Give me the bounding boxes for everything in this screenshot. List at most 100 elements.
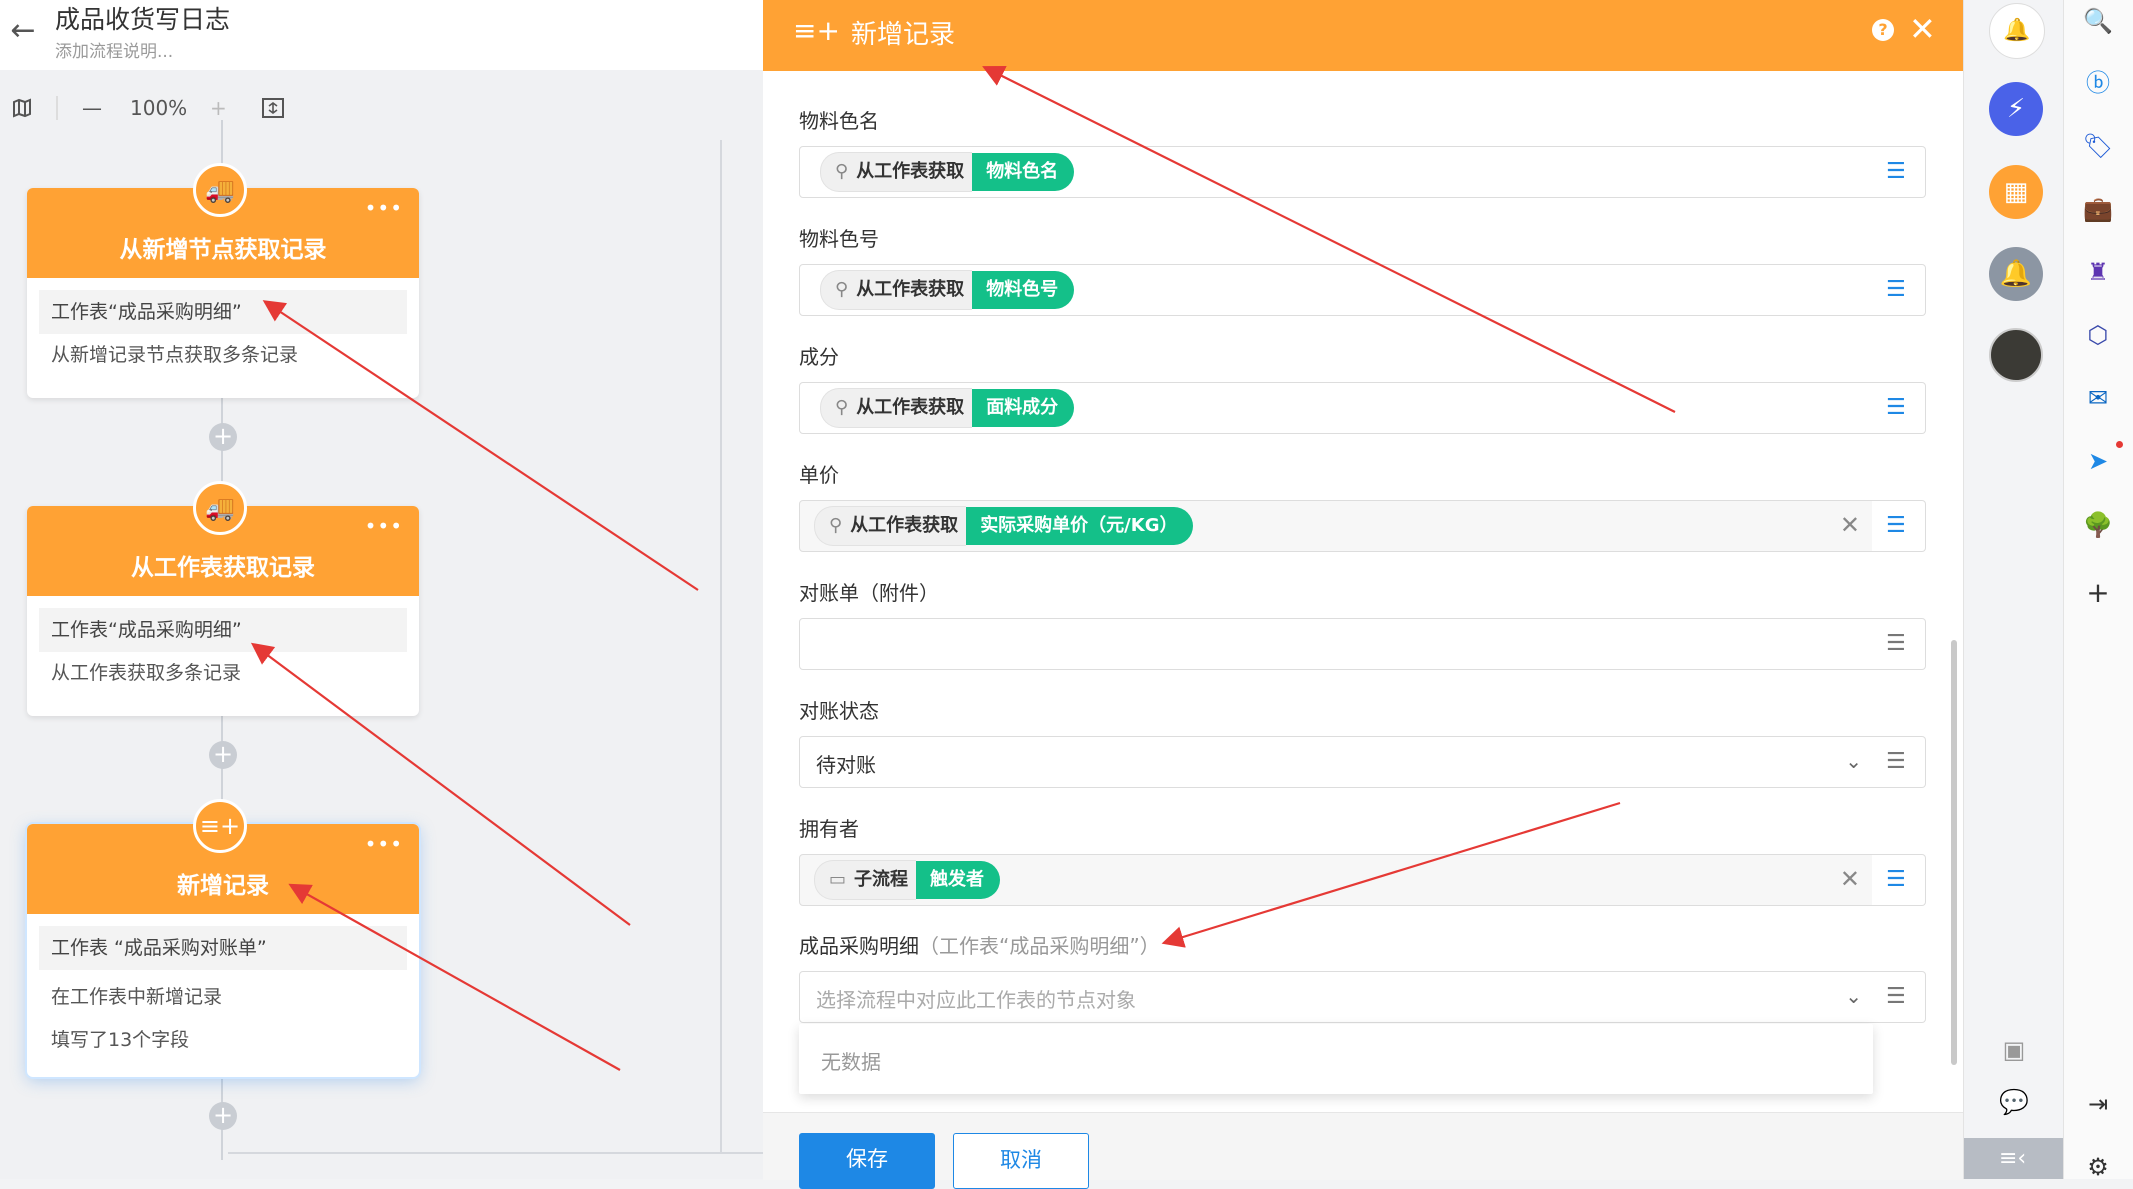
field-owner[interactable]: ▭ 子流程 触发者 ✕	[799, 854, 1891, 906]
fit-screen-icon[interactable]	[262, 88, 284, 128]
field-options-button[interactable]: ☰	[1872, 971, 1926, 1023]
list-check-icon: ☰	[1886, 277, 1906, 302]
clear-icon[interactable]: ✕	[1840, 865, 1860, 893]
outlook-icon[interactable]: ✉	[2081, 381, 2115, 415]
field-reconcile-status[interactable]: 待对账 ⌄	[799, 736, 1891, 788]
more-icon[interactable]: •••	[365, 514, 403, 538]
field-options-button[interactable]: ☰	[1872, 146, 1926, 198]
node-title: 新增记录	[177, 873, 269, 899]
add-node-button[interactable]: +	[209, 741, 237, 769]
field-statement-attachment[interactable]	[799, 618, 1891, 670]
node-get-from-sheet[interactable]: 🚚 从工作表获取记录 ••• 工作表“成品采购明细” 从工作表获取多条记录	[27, 481, 419, 716]
field-options-button[interactable]: ☰	[1872, 500, 1926, 552]
field-label: 成分	[799, 345, 839, 369]
field-options-button[interactable]: ☰	[1872, 618, 1926, 670]
field-label: 拥有者	[799, 817, 859, 841]
node-summary: 从新增记录节点获取多条记录	[51, 344, 299, 366]
map-icon[interactable]	[12, 88, 32, 128]
ai-spark-icon[interactable]: ⚡	[1989, 82, 2043, 136]
tag-icon[interactable]: 🏷	[2081, 129, 2115, 163]
node-sheet: 工作表“成品采购明细”	[39, 290, 407, 334]
field-tag: ⚲ 从工作表获取 物料色号	[820, 270, 1075, 310]
flow-description[interactable]: 添加流程说明...	[55, 37, 173, 62]
field-material-color-code[interactable]: ⚲ 从工作表获取 物料色号	[799, 264, 1891, 316]
field-composition[interactable]: ⚲ 从工作表获取 面料成分	[799, 382, 1891, 434]
list-check-icon: ☰	[1886, 159, 1906, 184]
search-icon: ⚲	[829, 515, 843, 536]
truck-icon: 🚚	[193, 481, 247, 535]
node-summary: 从工作表获取多条记录	[51, 662, 242, 684]
more-icon[interactable]: •••	[365, 196, 403, 220]
truck-icon: 🚚	[193, 163, 247, 217]
add-list-icon: ≡+	[193, 799, 247, 853]
avatar[interactable]	[1989, 328, 2043, 382]
panel-title: 新增记录	[851, 20, 956, 50]
add-node-button[interactable]: +	[209, 423, 237, 451]
panel-footer: 保存 取消	[763, 1112, 1963, 1189]
help-icon[interactable]: ?	[1872, 19, 1894, 41]
field-purchase-detail[interactable]: 选择流程中对应此工作表的节点对象 ⌄	[799, 971, 1891, 1023]
collapse-button[interactable]: ≡‹	[1964, 1138, 2064, 1179]
add-list-icon: ☰	[1886, 749, 1906, 774]
node-title: 从新增节点获取记录	[119, 237, 327, 263]
node-header: 🚚 从新增节点获取记录 •••	[27, 163, 419, 278]
node-get-from-add[interactable]: 🚚 从新增节点获取记录 ••• 工作表“成品采购明细” 从新增记录节点获取多条记…	[27, 163, 419, 398]
node-field-count: 填写了13个字段	[51, 1029, 190, 1051]
field-label: 物料色名	[799, 109, 879, 133]
node-sheet: 工作表“成品采购明细”	[39, 608, 407, 652]
bing-icon[interactable]: ⓑ	[2081, 66, 2115, 100]
node-sheet: 工作表 “成品采购对账单”	[39, 926, 407, 970]
chess-icon[interactable]: ♜	[2081, 255, 2115, 289]
zoom-toolbar: — 100% +	[0, 88, 300, 128]
field-tag: ▭ 子流程 触发者	[814, 860, 1001, 900]
node-header: 🚚 从工作表获取记录 •••	[27, 481, 419, 596]
field-options-button[interactable]: ☰	[1872, 264, 1926, 316]
chat-icon[interactable]: 💬	[1997, 1085, 2031, 1119]
zoom-in-icon[interactable]: +	[210, 88, 227, 128]
search-icon: ⚲	[835, 279, 849, 300]
select-value: 待对账	[816, 753, 876, 777]
tag-source: ▭ 子流程	[814, 860, 917, 900]
send-icon[interactable]: ➤	[2081, 444, 2115, 478]
tag-value: 物料色号	[972, 271, 1075, 309]
zoom-out-icon[interactable]: —	[82, 88, 102, 128]
save-button[interactable]: 保存	[799, 1133, 935, 1189]
contact-card-icon[interactable]: ▣	[1997, 1033, 2031, 1067]
list-check-icon: ☰	[1886, 867, 1906, 892]
field-label: 物料色号	[799, 227, 879, 251]
tag-source: ⚲ 从工作表获取	[820, 152, 973, 192]
chevron-down-icon: ⌄	[1845, 984, 1862, 1008]
field-options-button[interactable]: ☰	[1872, 854, 1926, 906]
tree-icon[interactable]: 🌳	[2081, 508, 2115, 542]
divider	[56, 96, 58, 120]
bell-icon[interactable]: 🔔	[1989, 3, 2045, 59]
briefcase-icon[interactable]: 💼	[2081, 192, 2115, 226]
close-icon[interactable]: ✕	[1909, 10, 1936, 48]
exit-panel-icon[interactable]: ⇥	[2081, 1087, 2115, 1121]
more-icon[interactable]: •••	[365, 832, 403, 856]
field-options-button[interactable]: ☰	[1872, 736, 1926, 788]
canvas-border	[720, 140, 722, 1152]
browser-sidebar: 🔍 ⓑ 🏷 💼 ♜ ⬡ ✉ ➤ 🌳 + ⇥ ⚙	[2063, 0, 2133, 1181]
copilot-icon[interactable]: ⬡	[2081, 318, 2115, 352]
field-label: 单价	[799, 463, 839, 487]
clear-icon[interactable]: ✕	[1840, 511, 1860, 539]
cancel-button[interactable]: 取消	[953, 1133, 1089, 1189]
field-options-button[interactable]: ☰	[1872, 382, 1926, 434]
add-node-button[interactable]: +	[209, 1102, 237, 1130]
field-material-color-name[interactable]: ⚲ 从工作表获取 物料色名	[799, 146, 1891, 198]
search-icon[interactable]: 🔍	[2081, 4, 2115, 38]
back-arrow-icon[interactable]: ←	[6, 14, 40, 48]
node-add-record[interactable]: ≡+ 新增记录 ••• 工作表 “成品采购对账单” 在工作表中新增记录 填写了1…	[27, 799, 419, 1077]
top-bar: ← 成品收货写日志 添加流程说明...	[0, 0, 763, 70]
apps-grid-icon[interactable]: ▦	[1989, 165, 2043, 219]
add-icon[interactable]: +	[2081, 576, 2115, 610]
collapse-icon: ≡‹	[1999, 1146, 2027, 1171]
field-label: 对账单（附件）	[799, 581, 939, 605]
tag-value: 物料色名	[972, 153, 1075, 191]
scrollbar[interactable]	[1951, 640, 1957, 1065]
field-unit-price[interactable]: ⚲ 从工作表获取 实际采购单价（元/KG） ✕	[799, 500, 1891, 552]
tag-source: ⚲ 从工作表获取	[820, 388, 973, 428]
dropdown-menu: 无数据	[799, 1024, 1873, 1094]
notification-icon[interactable]: 🔔	[1989, 247, 2043, 301]
